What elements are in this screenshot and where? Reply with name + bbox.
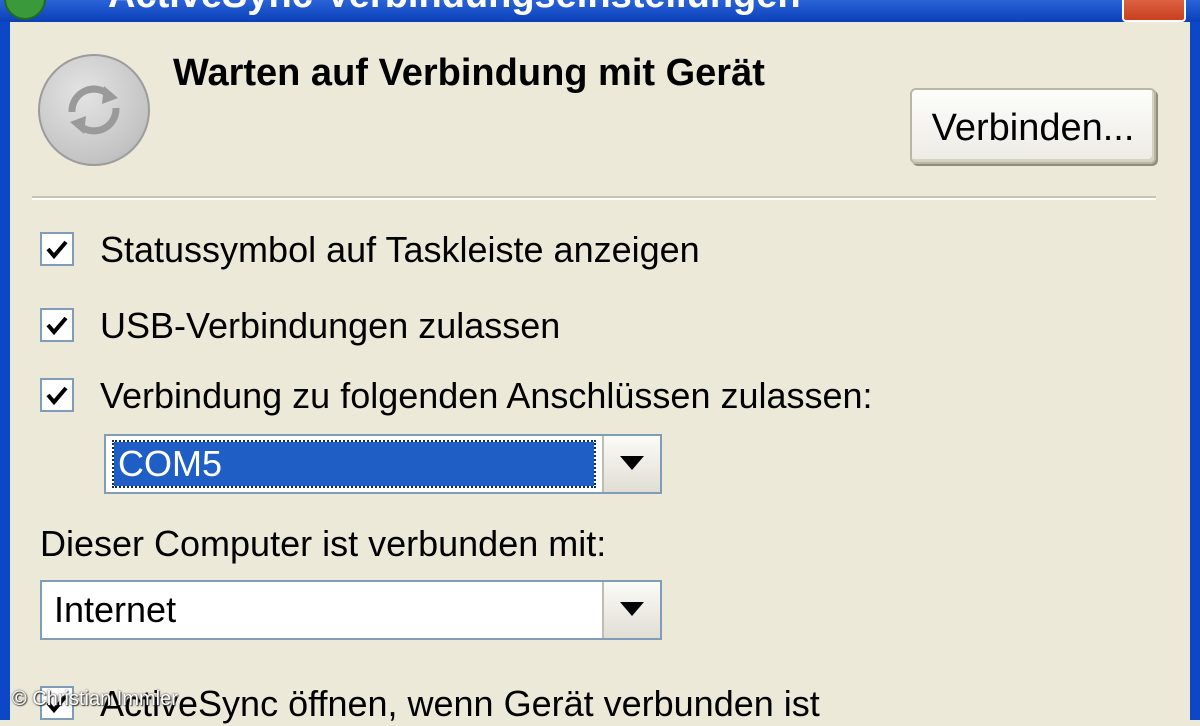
connection-type-dropdown-button[interactable] [602,582,660,638]
allow-usb-label: USB-Verbindungen zulassen [100,305,561,346]
window-frame-left [0,22,10,720]
port-select[interactable]: COM5 [104,434,662,494]
connected-to-label: Dieser Computer ist verbunden mit: [40,523,607,564]
open-activesync-label: ActiveSync öffnen, wenn Gerät verbunden … [100,683,820,724]
connection-status-heading: Warten auf Verbindung mit Gerät [173,52,765,94]
checkmark-icon [46,386,68,406]
sync-status-icon [38,54,150,166]
port-select-value: COM5 [112,440,596,488]
dropdown-arrow-icon [620,602,644,616]
close-button[interactable] [1122,0,1186,22]
allow-usb-checkbox[interactable] [40,308,74,342]
connect-button[interactable]: Verbinden... [910,88,1156,164]
connection-type-select[interactable]: Internet [40,580,662,640]
port-dropdown-button[interactable] [602,436,660,492]
checkmark-icon [46,316,68,336]
copyright-watermark: © Christian Immler [12,688,178,710]
allow-ports-checkbox[interactable] [40,378,74,412]
show-tray-icon-checkbox[interactable] [40,232,74,266]
allow-ports-label: Verbindung zu folgenden Anschlüssen zula… [100,375,873,416]
window-frame-right [1190,22,1200,720]
title-bar: ActiveSync-Verbindungseinstellungen [0,0,1200,22]
activesync-app-icon [4,0,46,20]
divider [32,196,1156,200]
connection-type-value: Internet [54,589,177,630]
show-tray-icon-label: Statussymbol auf Taskleiste anzeigen [100,229,700,270]
dropdown-arrow-icon [620,456,644,470]
window-title: ActiveSync-Verbindungseinstellungen [108,0,801,17]
dialog-content: Warten auf Verbindung mit Gerät Verbinde… [10,22,1190,724]
checkmark-icon [46,240,68,260]
